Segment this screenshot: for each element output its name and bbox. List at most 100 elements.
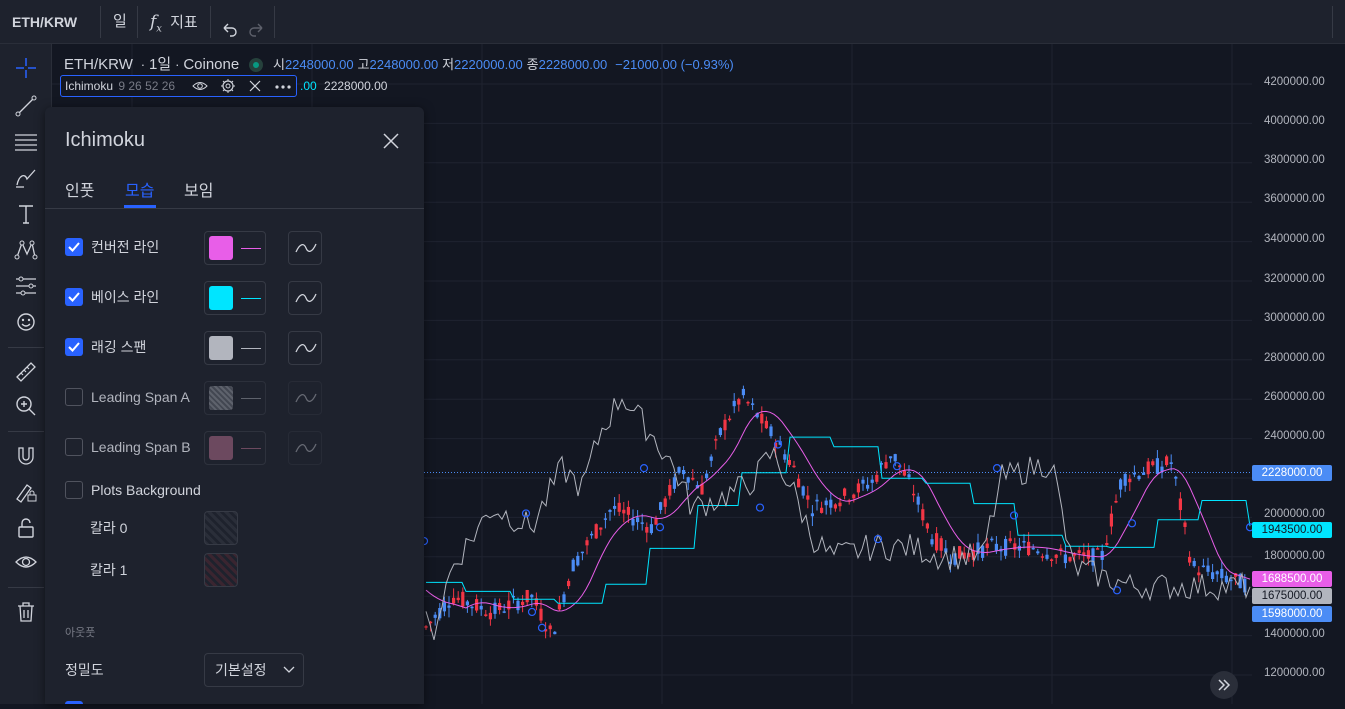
conversion-line-checkbox[interactable] — [65, 238, 83, 256]
leading-span-a-plot-type-button[interactable] — [288, 381, 322, 415]
color-0-picker[interactable] — [204, 511, 238, 545]
market-status-icon[interactable] — [249, 58, 264, 73]
candle-body — [562, 594, 566, 603]
fx-icon: fx — [150, 12, 162, 35]
lock-drawing-icon[interactable] — [10, 476, 42, 508]
candle-body — [833, 504, 837, 509]
candle-body — [705, 473, 709, 479]
eye-icon[interactable] — [10, 546, 42, 578]
candle-body — [613, 505, 617, 509]
toolbar-divider — [210, 6, 211, 38]
legend-high: 2248000.00 — [369, 57, 439, 72]
prediction-icon[interactable] — [10, 270, 42, 302]
tab-inputs[interactable]: 인풋 — [65, 177, 94, 201]
candle-body — [631, 518, 635, 526]
candle-body — [1169, 462, 1173, 465]
close-icon[interactable] — [381, 131, 401, 151]
legend-close: 2228000.00 — [538, 57, 608, 72]
lagging-span-plot-type-button[interactable] — [288, 331, 322, 365]
lock-icon[interactable] — [10, 512, 42, 544]
candle-body — [990, 538, 994, 541]
candle-body — [893, 454, 897, 462]
candle-body — [1100, 550, 1104, 560]
candle-body — [557, 604, 561, 610]
candle-body — [884, 462, 888, 469]
candle-body — [617, 502, 621, 512]
magnet-icon[interactable] — [10, 440, 42, 472]
redo-icon — [249, 23, 263, 37]
candle-body — [718, 428, 722, 436]
candle-body — [1188, 556, 1192, 563]
eye-icon[interactable] — [192, 80, 208, 92]
candle-body — [1045, 554, 1049, 559]
candle-body — [682, 469, 686, 475]
precision-select[interactable]: 기본설정 — [204, 653, 304, 687]
candle-body — [810, 513, 814, 517]
leading-span-a-color-picker[interactable] — [204, 381, 266, 415]
base-line-checkbox[interactable] — [65, 288, 83, 306]
scroll-to-realtime-button[interactable] — [1210, 671, 1238, 699]
candle-body — [649, 524, 653, 534]
candle-body — [1151, 461, 1155, 466]
brush-icon[interactable] — [10, 162, 42, 194]
base-line-color-picker[interactable] — [204, 281, 266, 315]
lagging-span-color-picker[interactable] — [204, 331, 266, 365]
candle-body — [502, 611, 506, 613]
leading-span-b-plot-type-button[interactable] — [288, 431, 322, 465]
lagging-span-checkbox[interactable] — [65, 338, 83, 356]
close-icon[interactable] — [249, 80, 261, 92]
candle-body — [1022, 541, 1026, 543]
candle-body — [608, 510, 612, 512]
gear-icon[interactable] — [220, 78, 236, 94]
pattern-icon[interactable] — [10, 234, 42, 266]
candle-body — [852, 494, 856, 499]
leading-span-b-checkbox[interactable] — [65, 438, 83, 456]
leading-span-a-checkbox[interactable] — [65, 388, 83, 406]
pivot-marker — [639, 464, 649, 473]
candle-body — [930, 539, 934, 545]
candle-body — [1050, 559, 1054, 561]
undo-button[interactable] — [220, 13, 238, 37]
emoji-icon[interactable] — [10, 306, 42, 338]
candle-body — [866, 484, 870, 489]
more-icon[interactable] — [274, 84, 292, 90]
leading-span-b-color-picker[interactable] — [204, 431, 266, 465]
ruler-icon[interactable] — [10, 356, 42, 388]
price-tick-label: 3400000.00 — [1264, 233, 1325, 245]
crosshair-icon[interactable] — [10, 52, 42, 84]
zoom-in-icon[interactable] — [10, 390, 42, 422]
candle-body — [424, 626, 428, 628]
candle-body — [580, 551, 584, 554]
conversion-line-color-picker[interactable] — [204, 231, 266, 265]
candle-body — [516, 600, 520, 611]
text-icon[interactable] — [10, 198, 42, 230]
indicator-values: .00 2228000.00 — [300, 79, 388, 93]
tab-style[interactable]: 모습 — [125, 177, 154, 201]
candle-body — [792, 465, 796, 468]
indicator-legend[interactable]: Ichimoku 9 26 52 26 — [60, 75, 297, 97]
plots-background-checkbox[interactable] — [65, 481, 83, 499]
interval-button[interactable]: 일 — [113, 0, 127, 44]
tab-visibility[interactable]: 보임 — [184, 177, 213, 201]
base-line-label: 베이스 라인 — [91, 289, 160, 305]
symbol-search-button[interactable]: ETH/KRW — [12, 0, 77, 44]
legend-low: 2220000.00 — [454, 57, 523, 72]
candle-body — [806, 495, 810, 500]
trash-icon[interactable] — [10, 596, 42, 628]
candle-body — [1086, 550, 1090, 559]
candle-body — [470, 606, 474, 609]
trendline-icon[interactable] — [10, 90, 42, 122]
price-axis[interactable]: 4200000.00 4000000.00 3800000.00 3600000.00… — [1252, 44, 1345, 704]
candle-body — [479, 605, 483, 610]
conversion-line-plot-type-button[interactable] — [288, 231, 322, 265]
candle-body — [1027, 541, 1031, 556]
candle-body — [728, 418, 732, 421]
horizontal-lines-icon[interactable] — [10, 126, 42, 158]
base-line-plot-type-button[interactable] — [288, 281, 322, 315]
double-chevron-right-icon — [1218, 679, 1231, 691]
indicators-button[interactable]: fx 지표 — [150, 0, 198, 44]
candle-body — [1142, 472, 1146, 475]
redo-button[interactable] — [248, 13, 266, 37]
candle-body — [861, 479, 865, 484]
color-1-picker[interactable] — [204, 553, 238, 587]
